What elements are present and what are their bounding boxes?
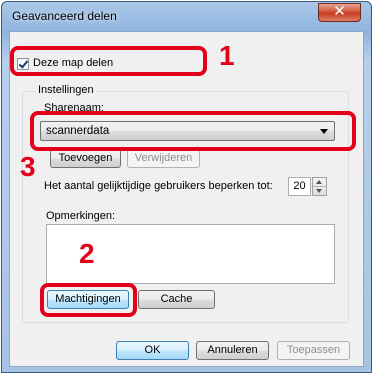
user-limit-input[interactable]: 20 [288, 177, 311, 196]
ok-button[interactable]: OK [116, 341, 189, 360]
callout-box-2 [40, 283, 137, 317]
close-icon: ✕ [333, 2, 346, 20]
close-button[interactable]: ✕ [318, 2, 361, 22]
callout-number-1: 1 [219, 40, 235, 71]
window-title: Geavanceerd delen [12, 9, 117, 23]
spin-up-icon[interactable] [316, 180, 322, 184]
callout-number-2: 2 [79, 238, 95, 269]
user-limit-spinner[interactable] [312, 177, 327, 196]
callout-box-3 [30, 111, 356, 151]
user-limit-label: Het aantal gelijktijdige gebruikers bepe… [44, 180, 273, 192]
add-button[interactable]: Toevoegen [50, 149, 121, 168]
remove-button[interactable]: Verwijderen [127, 149, 200, 168]
spin-down-icon[interactable] [316, 189, 322, 193]
callout-box-1 [10, 46, 207, 76]
comments-label: Opmerkingen: [46, 210, 116, 222]
apply-button[interactable]: Toepassen [277, 341, 350, 360]
spinner-divider [313, 186, 326, 187]
cache-button[interactable]: Cache [138, 290, 215, 309]
settings-group-label: Instellingen [35, 84, 97, 96]
title-bar[interactable]: Geavanceerd delen ✕ [2, 2, 371, 30]
callout-number-3: 3 [20, 151, 36, 182]
cancel-button[interactable]: Annuleren [196, 341, 269, 360]
